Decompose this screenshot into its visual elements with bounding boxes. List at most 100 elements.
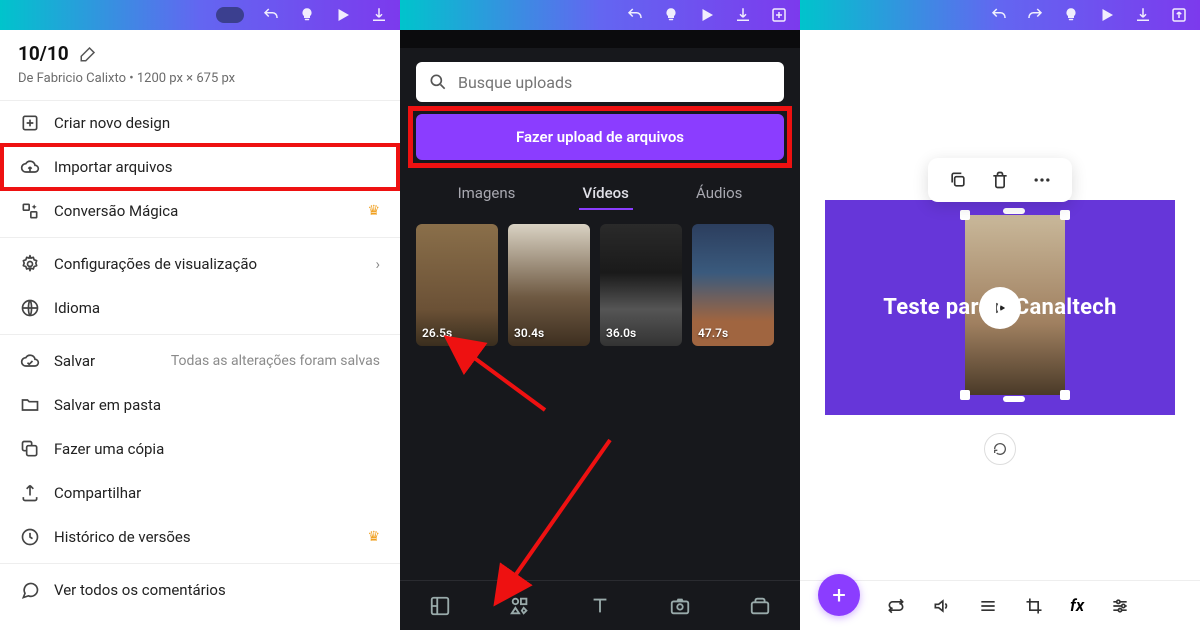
- document-subtitle: De Fabricio Calixto • 1200 px × 675 px: [18, 71, 382, 86]
- duplicate-icon[interactable]: [948, 170, 968, 190]
- search-uploads-input[interactable]: [416, 62, 784, 102]
- menu-label: Criar novo design: [54, 114, 170, 132]
- camera-icon[interactable]: [669, 595, 691, 617]
- menu-label: Salvar em pasta: [54, 396, 161, 414]
- search-container: [400, 48, 800, 108]
- lightbulb-icon[interactable]: [662, 6, 680, 24]
- play-icon[interactable]: [1098, 6, 1116, 24]
- uploads-panel: Fazer upload de arquivos Imagens Vídeos …: [400, 0, 800, 630]
- uploads-tabs: Imagens Vídeos Áudios: [400, 170, 800, 210]
- trash-icon[interactable]: [990, 170, 1010, 190]
- save-status: Todas as alterações foram salvas: [171, 353, 380, 369]
- layout-icon[interactable]: [429, 595, 451, 617]
- tab-images[interactable]: Imagens: [454, 178, 520, 210]
- editor-panel: Teste para o Canaltech + fx: [800, 0, 1200, 630]
- document-title: 10/10: [18, 42, 69, 65]
- editor-bottom-toolbar: + fx: [800, 580, 1200, 630]
- search-icon: [428, 72, 448, 92]
- menu-save[interactable]: Salvar Todas as alterações foram salvas: [0, 339, 400, 383]
- canvas-area: Teste para o Canaltech: [800, 30, 1200, 580]
- menu-separator: [0, 237, 400, 238]
- menu-label: Configurações de visualização: [54, 255, 257, 273]
- top-toolbar: [400, 0, 800, 30]
- chevron-right-icon: ›: [375, 255, 380, 273]
- undo-icon[interactable]: [990, 6, 1008, 24]
- menu-separator: [0, 563, 400, 564]
- menu-label: Ver todos os comentários: [54, 581, 226, 599]
- download-icon[interactable]: [370, 6, 388, 24]
- menu-share[interactable]: Compartilhar: [0, 471, 400, 515]
- play-icon[interactable]: [698, 6, 716, 24]
- device-notch: [400, 30, 800, 48]
- menu-label: Conversão Mágica: [54, 202, 178, 220]
- bottom-nav: [400, 580, 800, 630]
- top-toolbar: [800, 0, 1200, 30]
- rotate-button[interactable]: [984, 433, 1016, 465]
- canvas-text: Teste para o Canaltech: [883, 295, 1116, 320]
- share-icon: [20, 483, 40, 503]
- top-toolbar: [0, 0, 400, 30]
- edit-title-icon[interactable]: [79, 45, 97, 63]
- replace-icon[interactable]: [886, 596, 906, 616]
- text-icon[interactable]: [589, 595, 611, 617]
- menu-version-history[interactable]: Histórico de versões ♛: [0, 515, 400, 559]
- menu-view-comments[interactable]: Ver todos os comentários: [0, 568, 400, 612]
- menu-view-settings[interactable]: Configurações de visualização ›: [0, 242, 400, 286]
- undo-icon[interactable]: [626, 6, 644, 24]
- volume-icon[interactable]: [932, 596, 952, 616]
- upload-files-button[interactable]: Fazer upload de arquivos: [416, 114, 784, 160]
- menu-label: Importar arquivos: [54, 158, 173, 176]
- menu-label: Fazer uma cópia: [54, 440, 164, 458]
- export-icon[interactable]: [1170, 6, 1188, 24]
- lightbulb-icon[interactable]: [1062, 6, 1080, 24]
- redo-icon[interactable]: [1026, 6, 1044, 24]
- tab-videos[interactable]: Vídeos: [579, 178, 633, 210]
- download-icon[interactable]: [734, 6, 752, 24]
- video-duration: 47.7s: [698, 326, 728, 340]
- video-thumbnail[interactable]: 26.5s: [416, 224, 498, 346]
- play-icon[interactable]: [334, 6, 352, 24]
- copy-icon: [20, 439, 40, 459]
- tab-audios[interactable]: Áudios: [692, 178, 746, 210]
- file-menu-list: Criar novo design Importar arquivos Conv…: [0, 101, 400, 612]
- search-field[interactable]: [458, 73, 772, 92]
- cloud-upload-icon: [20, 157, 40, 177]
- crop-icon[interactable]: [1024, 596, 1044, 616]
- menu-separator: [0, 334, 400, 335]
- apps-icon[interactable]: [749, 595, 771, 617]
- cloud-check-icon: [20, 351, 40, 371]
- menu-magic-conversion[interactable]: Conversão Mágica ♛: [0, 189, 400, 233]
- toolbar-pill: [216, 7, 244, 23]
- menu-import-files[interactable]: Importar arquivos: [0, 145, 400, 189]
- comment-icon: [20, 580, 40, 600]
- effects-button[interactable]: fx: [1070, 596, 1084, 616]
- menu-make-copy[interactable]: Fazer uma cópia: [0, 427, 400, 471]
- history-icon: [20, 527, 40, 547]
- menu-language[interactable]: Idioma: [0, 286, 400, 330]
- folder-icon: [20, 395, 40, 415]
- more-icon[interactable]: [1032, 170, 1052, 190]
- video-thumbnail[interactable]: 47.7s: [692, 224, 774, 346]
- video-duration: 36.0s: [606, 326, 636, 340]
- gear-icon: [20, 254, 40, 274]
- export-icon[interactable]: [770, 6, 788, 24]
- magic-icon: [20, 201, 40, 221]
- document-header: 10/10 De Fabricio Calixto • 1200 px × 67…: [0, 30, 400, 101]
- menu-create-design[interactable]: Criar novo design: [0, 101, 400, 145]
- adjust-icon[interactable]: [1110, 596, 1130, 616]
- download-icon[interactable]: [1134, 6, 1152, 24]
- elements-icon[interactable]: [509, 595, 531, 617]
- video-thumbnail[interactable]: 36.0s: [600, 224, 682, 346]
- create-icon: [20, 113, 40, 133]
- video-duration: 26.5s: [422, 326, 452, 340]
- video-thumbnails: 26.5s 30.4s 36.0s 47.7s: [400, 210, 800, 360]
- design-canvas[interactable]: Teste para o Canaltech: [825, 200, 1175, 415]
- selection-toolbar: [928, 158, 1072, 202]
- lightbulb-icon[interactable]: [298, 6, 316, 24]
- video-thumbnail[interactable]: 30.4s: [508, 224, 590, 346]
- file-menu-panel: 10/10 De Fabricio Calixto • 1200 px × 67…: [0, 0, 400, 630]
- menu-save-folder[interactable]: Salvar em pasta: [0, 383, 400, 427]
- menu-label: Idioma: [54, 299, 100, 317]
- undo-icon[interactable]: [262, 6, 280, 24]
- lines-icon[interactable]: [978, 596, 998, 616]
